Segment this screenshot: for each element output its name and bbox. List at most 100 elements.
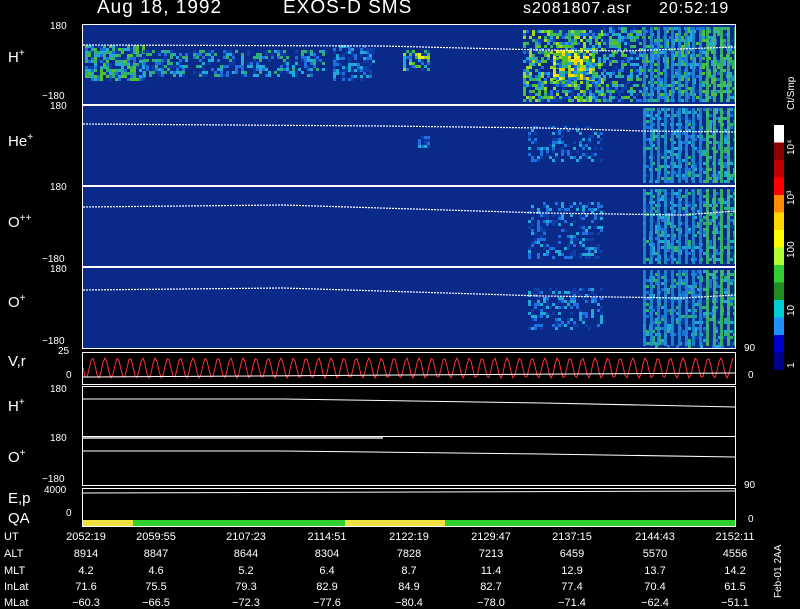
spectrogram-stripe [706,27,709,102]
spectrogram-cell [585,256,588,259]
spectrogram-cell [421,68,424,71]
spectrogram-cell [286,62,289,65]
spectrogram-cell [304,50,307,53]
spectrogram-cell [295,74,298,77]
spectrogram-cell [630,33,633,36]
spectrogram-cell [280,68,283,71]
spectrogram-cell [576,150,579,153]
spectrogram-stripe [713,189,716,264]
spectrogram-cell [523,99,526,102]
spectrogram-cell [208,62,211,65]
spectrogram-cell [573,244,576,247]
spectrogram-cell [199,59,202,62]
spectrogram-cell [723,57,726,60]
spectrogram-cell [588,147,591,150]
spectrogram-cell [103,54,106,57]
spectrogram-cell [532,54,535,57]
spectrogram-cell [724,135,727,138]
spectrogram-cell [193,50,196,53]
spectrogram-cell [585,205,588,208]
spectrogram-cell [586,81,589,84]
spectrogram-cell [529,36,532,39]
spectrogram-cell [369,48,372,51]
spectrogram-cell [133,66,136,69]
spectrogram-cell [541,39,544,42]
spectrogram-cell [576,238,579,241]
spectrogram-cell [703,150,706,153]
spectrogram-cell [573,253,576,256]
spectrogram-cell [427,56,430,59]
spectrogram-cell [100,69,103,72]
spectrogram-cell [703,288,706,291]
spectrogram-cell [558,250,561,253]
spectrogram-stripe [706,270,709,346]
spectrogram-cell [667,174,670,177]
spectrogram-cell [265,53,268,56]
spectrogram-cell [573,288,576,291]
spectrogram-cell [537,159,540,162]
spectrogram-cell [526,51,529,54]
spectrogram-cell [589,53,592,56]
spectrogram-cell [661,198,664,201]
spectrogram-cell [546,306,549,309]
spectrogram-cell [322,62,325,65]
table-cell: 8304 [314,548,340,560]
spectrogram-cell [556,53,559,56]
spectrogram-cell [646,147,649,150]
spectrogram-cell [621,36,624,39]
spectrogram-cell [259,71,262,74]
spectrogram-cell [88,66,91,69]
spectrogram-cell [682,294,685,297]
spectrogram-cell [688,141,691,144]
spectrogram-cell [598,75,601,78]
qa-segment [83,520,133,526]
spectrogram-cell [627,36,630,39]
spectrogram-cell [730,336,733,339]
spectrogram-cell [598,63,601,66]
spectrogram-cell [421,136,424,139]
spectrogram-cell [235,65,238,68]
spectrogram-cell [406,56,409,59]
spectrogram-cell [259,53,262,56]
spectrogram-cell [366,75,369,78]
spectrogram-cell [703,231,706,234]
spectrogram-cell [552,138,555,141]
spectrogram-cell [724,291,727,294]
spectrogram-cell [612,84,615,87]
spectrogram-cell [682,318,685,321]
spectrogram-cell [547,42,550,45]
spectrogram-cell [646,108,649,111]
spectrogram-cell [427,136,430,139]
spectrogram-cell [594,300,597,303]
spectrogram-cell [702,66,705,69]
spectrogram-cell [534,306,537,309]
spectrogram-cell [559,99,562,102]
spectrogram-cell [537,288,540,291]
spectrogram-cell [146,50,149,53]
spectrogram-stripe [720,108,723,183]
spectrogram-cell [618,90,621,93]
spectrogram-cell [565,36,568,39]
spectrogram-cell [580,59,583,62]
spectrogram-cell [136,75,139,78]
spectrogram-cell [558,291,561,294]
spectrogram-cell [265,50,268,53]
spectrogram-cell [550,60,553,63]
spectrogram-cell [561,217,564,220]
spectrogram-cell [724,237,727,240]
spectrogram-cell [660,54,663,57]
spectrogram-cell [307,50,310,53]
spectrogram-cell [582,138,585,141]
spectrogram-cell [660,84,663,87]
spectrogram-cell [580,93,583,96]
spectrogram-cell [621,99,624,102]
spectrogram-cell [265,74,268,77]
panel-h-plus [82,24,736,105]
spectrogram-cell [724,225,727,228]
spectrogram-cell [556,57,559,60]
spectrogram-cell [577,96,580,99]
spectrogram-cell [556,77,559,80]
spectrogram-cell [675,27,678,30]
spectrogram-cell [612,33,615,36]
spectrogram-cell [609,27,612,30]
